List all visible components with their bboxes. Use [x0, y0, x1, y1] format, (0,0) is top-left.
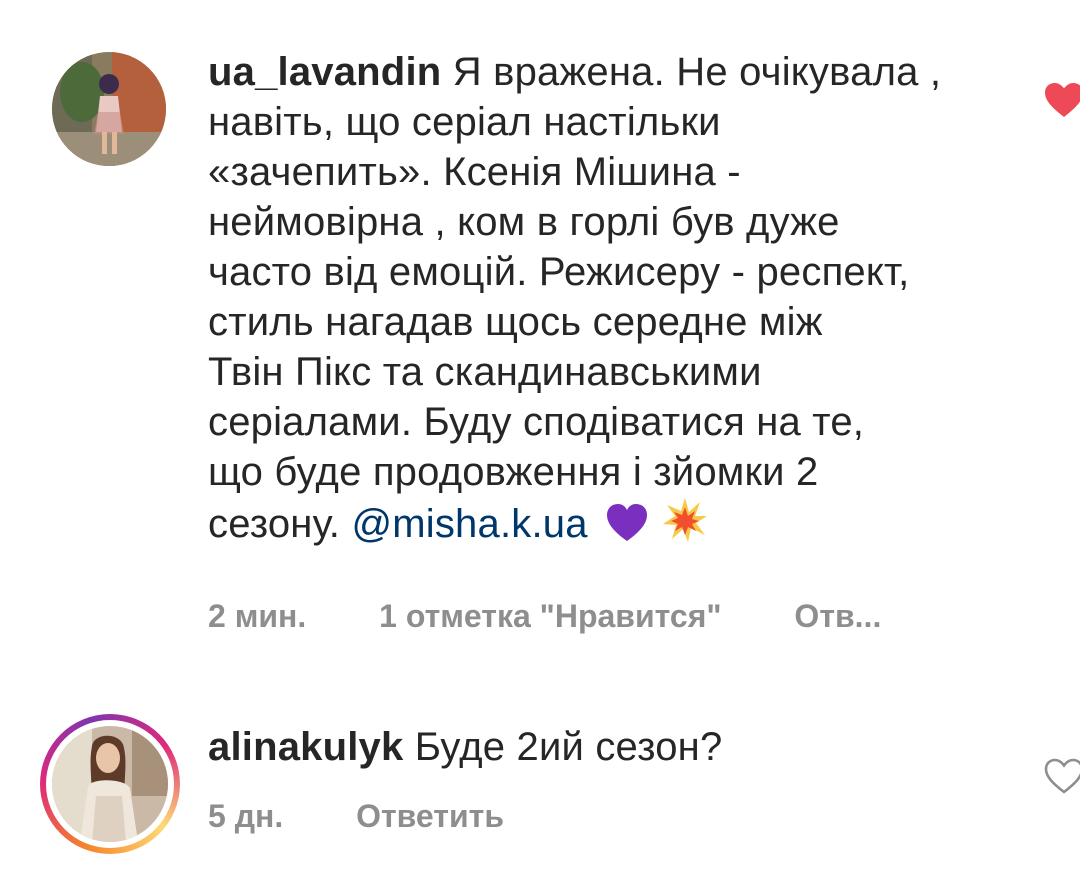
likes-count[interactable]: 1 отметка "Нравится" [379, 598, 721, 635]
reply-button[interactable]: Ответить [356, 798, 504, 835]
comment-line: Я вражена. Не очікувала , [452, 50, 942, 94]
username-link[interactable]: ua_lavandin [208, 50, 441, 94]
comment-line: серіалами. Буду сподіватися на те, [208, 400, 865, 444]
collision-icon [662, 497, 708, 555]
comment-line: що буде продовження і зйомки 2 [208, 450, 819, 494]
comment-meta: 2 мин. 1 отметка "Нравится" Отв... [208, 598, 881, 635]
purple-heart-icon [605, 503, 649, 555]
heart-filled-icon[interactable] [1044, 82, 1080, 123]
comment-line: неймовірна , ком в горлі був дуже [208, 200, 840, 244]
avatar[interactable] [52, 52, 166, 166]
heart-outline-icon[interactable] [1044, 758, 1080, 799]
comment-line: стиль нагадав щось середне між [208, 300, 823, 344]
comment-line: сезону. [208, 502, 341, 546]
reply-button[interactable]: Отв... [794, 598, 881, 635]
username-link[interactable]: alinakulyk [208, 725, 403, 769]
comment-line: навіть, що серіал настільки [208, 100, 721, 144]
comment-meta: 5 дн. Ответить [208, 798, 504, 835]
timestamp: 2 мин. [208, 598, 307, 634]
avatar-story-ring[interactable] [40, 714, 180, 854]
comment-text: alinakulyk Буде 2ий сезон? [208, 722, 1028, 772]
timestamp: 5 дн. [208, 798, 284, 834]
avatar [52, 726, 168, 842]
mention-link[interactable]: @misha.k.ua [351, 502, 587, 546]
comment-line: часто від емоцій. Режисеру - респект, [208, 250, 910, 294]
comment-text: ua_lavandin Я вражена. Не очікувала , на… [208, 47, 1028, 555]
comment-line: «зачепить». Ксенія Мішина - [208, 150, 741, 194]
comment-body: Буде 2ий сезон? [414, 725, 723, 769]
comment-line: Твін Пікс та скандинавськими [208, 350, 762, 394]
